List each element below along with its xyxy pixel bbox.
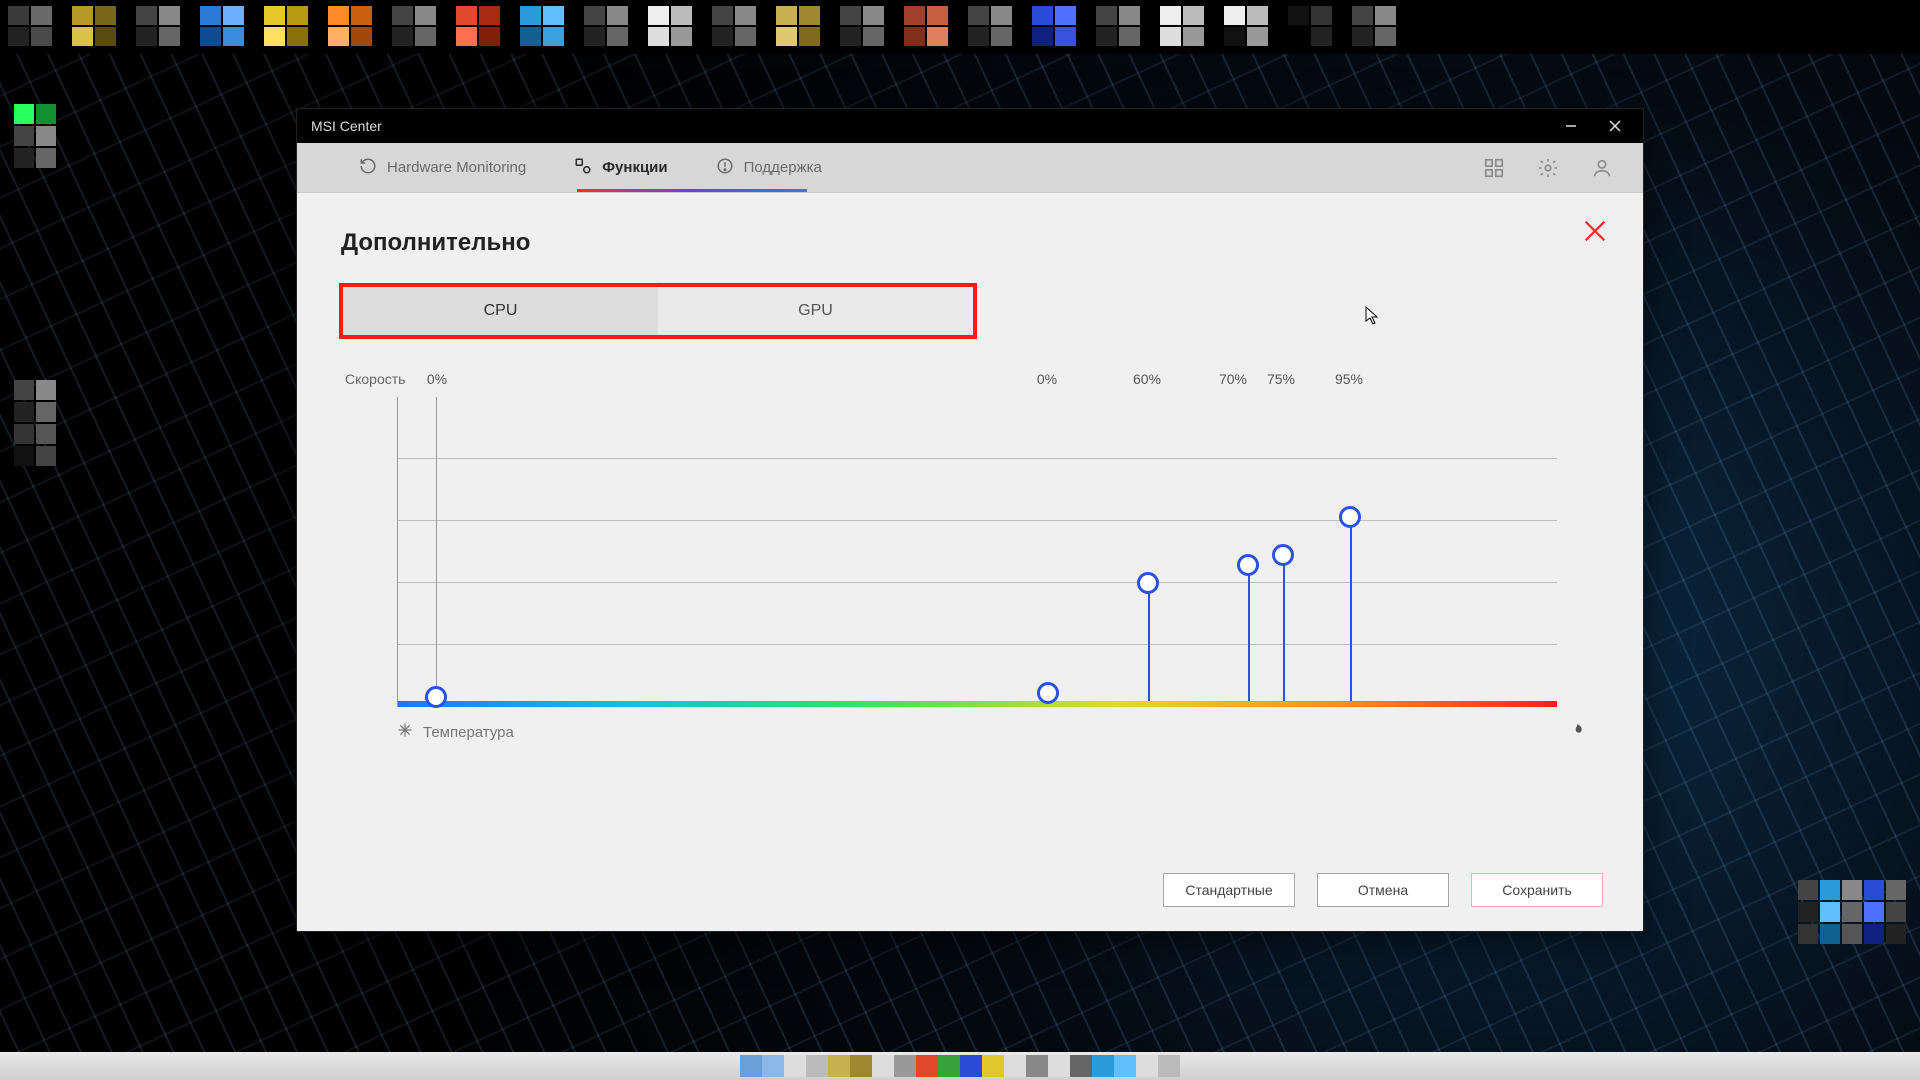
taskbar (0, 1052, 1920, 1080)
button-label: Стандартные (1185, 882, 1272, 898)
navbar: Hardware Monitoring Функции Поддержка (297, 143, 1643, 193)
pct-label: 0% (427, 371, 447, 387)
functions-icon (574, 157, 592, 179)
pixel-deco (14, 380, 56, 466)
pixel-deco (1798, 880, 1906, 944)
nav-label: Hardware Monitoring (387, 159, 526, 176)
nav-functions[interactable]: Функции (574, 143, 667, 192)
gear-icon[interactable] (1535, 155, 1561, 181)
pixel-deco (14, 104, 56, 168)
cancel-button[interactable]: Отмена (1317, 873, 1449, 907)
tab-label: GPU (798, 302, 833, 320)
nav-label: Функции (602, 159, 667, 176)
curve-handle[interactable] (1339, 506, 1361, 528)
temperature-gradient (398, 701, 1557, 707)
tab-label: CPU (484, 302, 518, 320)
minimize-button[interactable] (1549, 109, 1593, 143)
button-label: Отмена (1358, 882, 1408, 898)
modal-content: Дополнительно CPU GPU Скорость 0% 0% 60%… (297, 193, 1643, 931)
pct-label: 70% (1219, 371, 1247, 387)
save-button[interactable]: Сохранить (1471, 873, 1603, 907)
nav-label: Поддержка (744, 159, 822, 176)
pct-label: 60% (1133, 371, 1161, 387)
button-label: Сохранить (1502, 882, 1572, 898)
pct-label: 75% (1267, 371, 1295, 387)
nav-hardware-monitoring[interactable]: Hardware Monitoring (359, 143, 526, 192)
modal-close-button[interactable] (1581, 215, 1609, 254)
support-icon (716, 157, 734, 179)
footer-buttons: Стандартные Отмена Сохранить (337, 833, 1603, 907)
snowflake-icon (397, 722, 413, 742)
pct-label: 0% (1037, 371, 1057, 387)
tab-cpu[interactable]: CPU (343, 287, 658, 335)
window-title: MSI Center (311, 118, 382, 134)
curve-handle[interactable] (425, 686, 447, 708)
section-title: Дополнительно (341, 229, 1603, 257)
refresh-icon (359, 157, 377, 179)
flame-icon (1569, 721, 1585, 743)
curve-handle[interactable] (1137, 572, 1159, 594)
top-color-strip (0, 0, 1920, 54)
pct-label: 95% (1335, 371, 1363, 387)
curve-handle[interactable] (1037, 682, 1059, 704)
app-window: MSI Center Hardware Monitoring Функции П… (296, 108, 1644, 932)
tab-gpu[interactable]: GPU (658, 287, 973, 335)
chart-area[interactable] (397, 397, 1557, 707)
fan-curve-chart: Скорость 0% 0% 60% 70% 75% 95% (337, 373, 1603, 743)
close-button[interactable] (1593, 109, 1637, 143)
temperature-axis-label: Температура (423, 724, 514, 741)
default-button[interactable]: Стандартные (1163, 873, 1295, 907)
nav-support[interactable]: Поддержка (716, 143, 822, 192)
titlebar[interactable]: MSI Center (297, 109, 1643, 143)
grid-icon[interactable] (1481, 155, 1507, 181)
user-icon[interactable] (1589, 155, 1615, 181)
percent-labels: 0% 0% 60% 70% 75% 95% (337, 371, 1603, 389)
curve-handle[interactable] (1272, 544, 1294, 566)
curve-handle[interactable] (1237, 554, 1259, 576)
cpu-gpu-tabs: CPU GPU (339, 283, 977, 339)
